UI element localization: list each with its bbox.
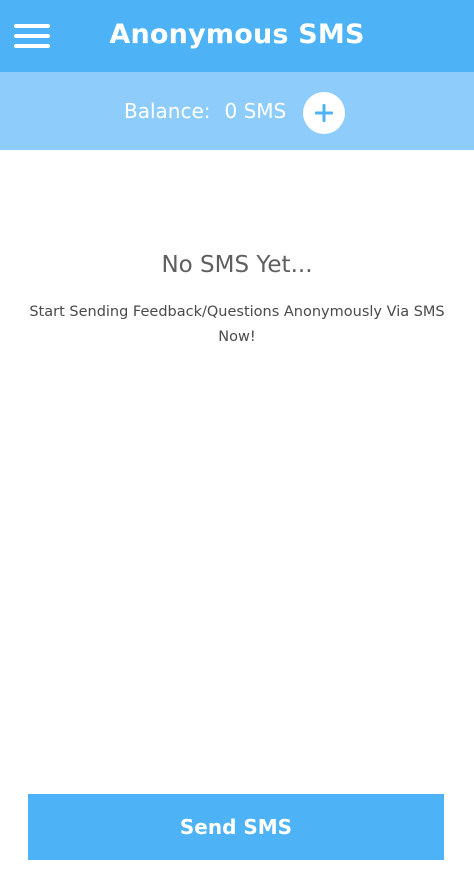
app-screen: Anonymous SMS Balance: 0 SMS No SMS Yet..…	[0, 0, 474, 871]
app-bar: Anonymous SMS	[0, 0, 474, 72]
empty-state-subtitle: Start Sending Feedback/Questions Anonymo…	[29, 304, 445, 345]
empty-state-title: No SMS Yet...	[161, 252, 313, 278]
app-title: Anonymous SMS	[109, 19, 365, 50]
balance-bar: Balance: 0 SMS	[0, 72, 474, 150]
menu-button[interactable]	[10, 14, 54, 58]
hamburger-menu-icon	[14, 24, 50, 48]
balance-label: Balance:	[124, 99, 211, 123]
add-balance-button[interactable]	[303, 92, 345, 134]
send-sms-button[interactable]: Send SMS	[28, 794, 444, 860]
plus-icon	[315, 104, 333, 122]
balance-display: Balance: 0 SMS	[124, 72, 286, 150]
balance-value: 0 SMS	[224, 99, 287, 123]
